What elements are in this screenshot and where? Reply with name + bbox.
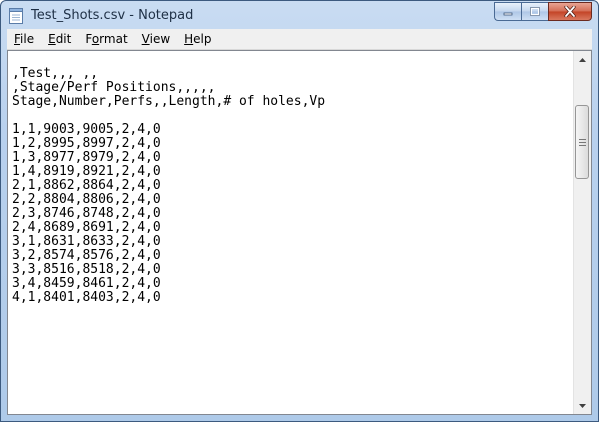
scroll-down-button[interactable] [574, 397, 591, 414]
maximize-icon [530, 7, 540, 16]
text-line: 2,2,8804,8806,2,4,0 [12, 192, 161, 207]
text-line: 1,2,8995,8997,2,4,0 [12, 136, 161, 151]
minimize-button[interactable] [494, 2, 521, 21]
scroll-thumb[interactable] [575, 105, 589, 179]
window-title: Test_Shots.csv - Notepad [31, 8, 194, 23]
text-line: 2,1,8862,8864,2,4,0 [12, 178, 161, 193]
arrow-down-icon [579, 403, 586, 408]
text-editor[interactable]: ,Test,,, ,, ,Stage/Perf Positions,,,,, Sta… [7, 50, 592, 415]
close-icon [564, 6, 576, 17]
text-line: 2,3,8746,8748,2,4,0 [12, 206, 161, 221]
scroll-up-button[interactable] [574, 51, 591, 68]
menu-file[interactable]: File [7, 29, 41, 49]
text-line: 1,4,8919,8921,2,4,0 [12, 164, 161, 179]
close-button[interactable] [548, 2, 592, 21]
menu-view[interactable]: View [135, 29, 177, 49]
text-line: 4,1,8401,8403,2,4,0 [12, 290, 161, 305]
text-line: ​ [12, 109, 569, 123]
grip-icon [578, 138, 586, 146]
menu-help[interactable]: Help [177, 29, 218, 49]
menu-format[interactable]: Format [78, 29, 134, 49]
text-line: 3,1,8631,8633,2,4,0 [12, 234, 161, 249]
vertical-scrollbar[interactable] [573, 51, 591, 414]
title-bar[interactable]: Test_Shots.csv - Notepad [1, 1, 598, 29]
text-line: ,Stage/Perf Positions,,,,, [12, 80, 216, 95]
text-line: 1,1,9003,9005,2,4,0 [12, 122, 161, 137]
document-text[interactable]: ,Test,,, ,, ,Stage/Perf Positions,,,,, Sta… [12, 53, 569, 412]
text-line: Stage,Number,Perfs,,Length,# of holes,Vp [12, 94, 326, 109]
text-line: 3,3,8516,8518,2,4,0 [12, 262, 161, 277]
text-line: ,Test,,, ,, [12, 66, 99, 81]
arrow-up-icon [579, 57, 586, 62]
menu-bar: File Edit Format View Help [7, 29, 592, 50]
text-line: 1,3,8977,8979,2,4,0 [12, 150, 161, 165]
text-line: 3,2,8574,8576,2,4,0 [12, 248, 161, 263]
text-line: 2,4,8689,8691,2,4,0 [12, 220, 161, 235]
notepad-app-icon[interactable] [9, 8, 23, 24]
minimize-icon [503, 12, 513, 15]
menu-edit[interactable]: Edit [41, 29, 78, 49]
notepad-window: Test_Shots.csv - Notepad File Edit Forma… [0, 0, 599, 422]
maximize-button[interactable] [521, 2, 548, 21]
text-line: 3,4,8459,8461,2,4,0 [12, 276, 161, 291]
caption-buttons [494, 2, 592, 22]
